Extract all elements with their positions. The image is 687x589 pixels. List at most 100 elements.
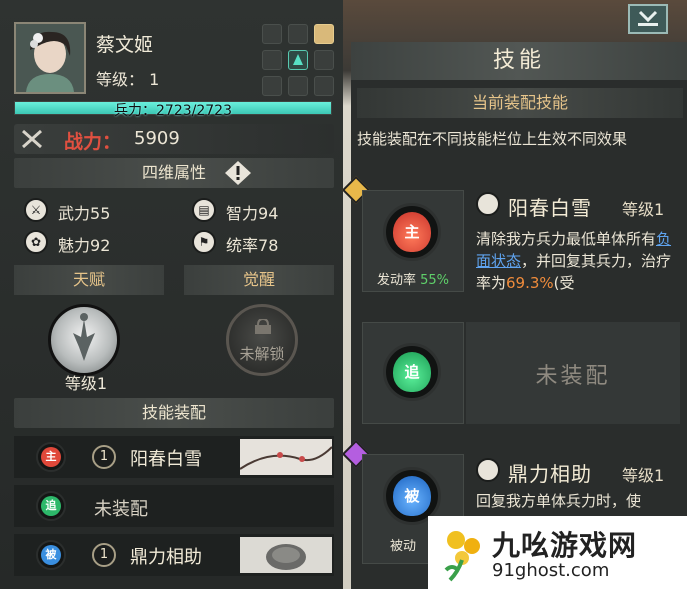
formation-cell[interactable] xyxy=(262,24,282,44)
main-flame-badge: 主 xyxy=(393,212,431,252)
plum-blossom-thumbnail xyxy=(240,439,332,475)
current-skills-desc: 技能装配在不同技能栏位上生效不同效果 xyxy=(357,130,628,148)
formation-cell-selected[interactable] xyxy=(314,24,334,44)
skills-title-bar: 技能 xyxy=(351,42,687,80)
talent-level: 等级1 xyxy=(64,374,108,393)
equip-row-pursuit[interactable]: 追 未装配 xyxy=(14,485,334,527)
formation-cell[interactable] xyxy=(262,76,282,96)
trigger-rate-value: 55% xyxy=(420,273,450,288)
book-icon: ▤ xyxy=(192,198,216,222)
trigger-rate-label: 发动率 xyxy=(376,273,416,288)
equip-row-passive[interactable]: 被 1 鼎力相助 xyxy=(14,534,334,576)
passive-skill-desc: 回复我方单体兵力时，使 xyxy=(476,492,642,510)
main-skill-badge: 主 xyxy=(41,447,61,467)
skill-type-icon xyxy=(476,192,500,216)
banner-icon: ⚑ xyxy=(192,230,216,254)
equip-row-empty: 未装配 xyxy=(94,499,148,520)
attr-charm: 魅力92 xyxy=(58,232,110,256)
passive-skill-level: 等级1 xyxy=(622,466,665,485)
attr-force-label: 武力 xyxy=(58,204,91,223)
skill-slot-pursuit[interactable]: 追 xyxy=(362,322,464,424)
export-button[interactable] xyxy=(628,4,668,34)
flower-icon: ✿ xyxy=(24,230,48,254)
equip-row-name: 阳春白雪 xyxy=(130,449,202,470)
empty-slot-panel[interactable]: 未装配 xyxy=(466,322,680,424)
lock-icon xyxy=(255,319,271,334)
formation-cell[interactable] xyxy=(314,50,334,70)
skill-count-badge: 1 xyxy=(92,445,116,469)
awaken-status: 未解锁 xyxy=(239,345,285,363)
troop-bar: 兵力：2723/2723 xyxy=(14,101,332,119)
awaken-tab[interactable]: 觉醒 xyxy=(184,265,334,295)
formation-cell[interactable] xyxy=(288,24,308,44)
main-skill-icon: 主 xyxy=(36,442,66,472)
talent-crane-icon xyxy=(73,313,95,361)
portrait-image xyxy=(16,24,84,92)
hero-level: 等级： 1 xyxy=(96,70,160,89)
attr-intellect-value: 94 xyxy=(258,204,279,223)
main-skill-desc: 清除我方兵力最低单体所有负面状态，并回复其兵力，治疗率为69.3%(受 xyxy=(476,228,680,294)
attr-command-label: 统率 xyxy=(226,236,259,255)
crossed-swords-icon xyxy=(22,129,42,149)
desc-part: (受 xyxy=(553,274,575,292)
talent-tab[interactable]: 天赋 xyxy=(14,265,164,295)
talent-label: 天赋 xyxy=(72,270,105,289)
hero-name: 蔡文姬 xyxy=(96,34,154,56)
dandelion-logo-icon xyxy=(444,531,480,582)
talent-medallion[interactable] xyxy=(48,304,120,376)
attributes-header: 四维属性 xyxy=(14,158,334,188)
skill-count-badge: 1 xyxy=(92,543,116,567)
equip-header: 技能装配 xyxy=(14,398,334,428)
pursuit-flame-badge: 追 xyxy=(393,352,431,392)
equip-title: 技能装配 xyxy=(141,403,206,422)
troop-text: 兵力：2723/2723 xyxy=(114,103,232,119)
formation-cell[interactable] xyxy=(262,50,282,70)
attr-command: 统率78 xyxy=(226,232,278,256)
attr-intellect: 智力94 xyxy=(226,200,278,224)
pursuit-skill-icon: 追 xyxy=(36,491,66,521)
attr-command-value: 78 xyxy=(258,236,279,255)
current-skills-title: 当前装配技能 xyxy=(471,93,568,112)
power-row: 战力： 5909 xyxy=(14,124,334,154)
skill-slot-main[interactable]: 主 发动率 55% xyxy=(362,190,464,292)
passive-skill-badge: 被 xyxy=(41,545,61,565)
watermark: 九吆游戏网 91ghost.com xyxy=(428,516,687,589)
attr-force: 武力55 xyxy=(58,200,110,224)
pursuit-skill-badge: 追 xyxy=(41,496,61,516)
attr-charm-value: 92 xyxy=(90,236,111,255)
hero-marker-icon xyxy=(293,54,303,65)
info-diamond-icon[interactable] xyxy=(224,160,252,186)
current-skills-header: 当前装配技能 xyxy=(357,88,683,118)
main-skill-name: 阳春白雪 xyxy=(508,196,592,220)
formation-cell[interactable] xyxy=(314,76,334,96)
sword-icon: ⚔ xyxy=(24,198,48,222)
attr-intellect-label: 智力 xyxy=(226,204,259,223)
attr-charm-label: 魅力 xyxy=(58,236,91,255)
awaken-medallion[interactable]: 未解锁 xyxy=(226,304,298,376)
formation-cell-hero[interactable] xyxy=(288,50,308,70)
awaken-label: 觉醒 xyxy=(242,270,275,289)
passive-skill-icon: 被 xyxy=(36,540,66,570)
main-skill-medal: 主 xyxy=(383,203,441,261)
empty-slot-text: 未装配 xyxy=(535,364,611,389)
fist-thumbnail xyxy=(240,537,332,573)
equip-row-name: 鼎力相助 xyxy=(130,547,202,568)
desc-part: 清除我方兵力最低单体所有 xyxy=(476,230,657,248)
passive-skill-name: 鼎力相助 xyxy=(508,462,592,486)
watermark-url: 91ghost.com xyxy=(492,560,610,581)
hero-portrait[interactable] xyxy=(14,22,86,94)
watermark-title: 九吆游戏网 xyxy=(492,529,638,562)
attributes-title: 四维属性 xyxy=(141,163,206,182)
passive-flame-badge: 被 xyxy=(393,476,431,516)
power-value: 5909 xyxy=(134,128,180,149)
formation-cell[interactable] xyxy=(288,76,308,96)
main-trigger-rate: 发动率 55% xyxy=(363,269,463,288)
heal-rate-value: 69.3% xyxy=(506,274,554,292)
pursuit-skill-medal: 追 xyxy=(383,343,441,401)
skill-type-icon xyxy=(476,458,500,482)
download-arrow-icon xyxy=(638,10,658,26)
power-label: 战力： xyxy=(64,131,122,153)
equip-row-main[interactable]: 主 1 阳春白雪 xyxy=(14,436,334,478)
skills-title: 技能 xyxy=(492,48,545,73)
attr-force-value: 55 xyxy=(90,204,111,223)
